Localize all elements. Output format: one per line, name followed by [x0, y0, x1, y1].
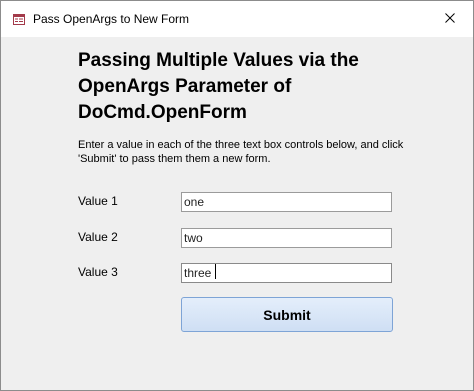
- value-1-label: Value 1: [78, 194, 118, 208]
- submit-button[interactable]: Submit: [181, 297, 393, 332]
- form-body: Passing Multiple Values via the OpenArgs…: [1, 37, 473, 390]
- close-icon: [445, 10, 455, 28]
- title-bar: Pass OpenArgs to New Form: [1, 1, 473, 37]
- value-3-label: Value 3: [78, 265, 118, 279]
- text-caret: [215, 264, 216, 279]
- instructions-text: Enter a value in each of the three text …: [78, 139, 404, 165]
- window-title: Pass OpenArgs to New Form: [33, 12, 190, 26]
- value-2-input[interactable]: [181, 228, 392, 248]
- form-window: Pass OpenArgs to New Form Passing Multip…: [0, 0, 474, 391]
- close-button[interactable]: [427, 1, 473, 37]
- value-3-input[interactable]: [181, 263, 392, 283]
- form-heading: Passing Multiple Values via the OpenArgs…: [78, 50, 359, 123]
- form-icon: [13, 12, 25, 25]
- value-2-label: Value 2: [78, 230, 118, 244]
- value-1-input[interactable]: [181, 192, 392, 212]
